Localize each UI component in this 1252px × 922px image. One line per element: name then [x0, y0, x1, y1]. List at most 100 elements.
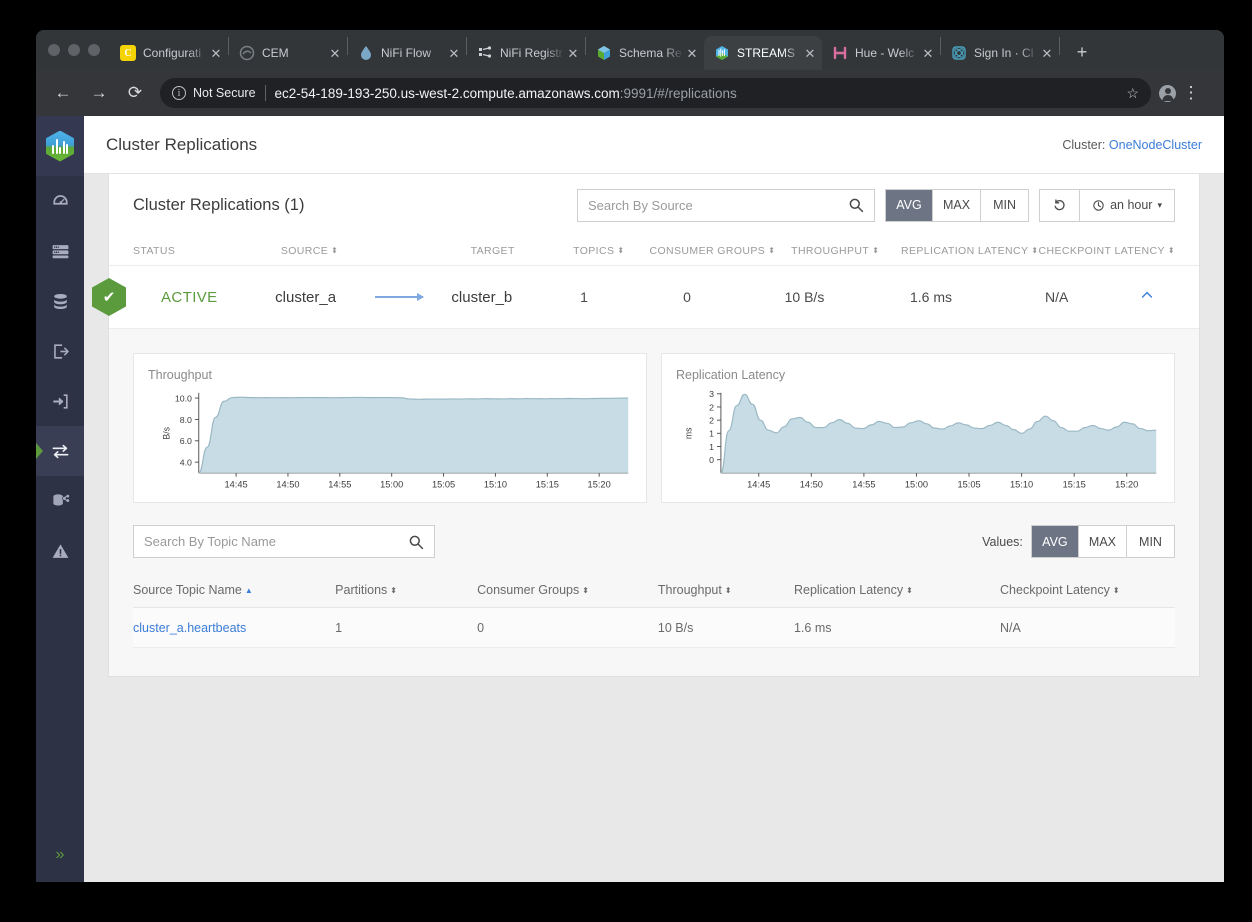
tab-title: STREAMS — [737, 46, 796, 60]
browser-tab-cem[interactable]: CEM ✕ — [229, 36, 347, 70]
sidebar-item-topic-lineage[interactable] — [36, 476, 84, 526]
column-header-checkpoint-latency[interactable]: CHECKPOINT LATENCY ⬍ — [1038, 245, 1175, 257]
cem-icon — [239, 45, 255, 61]
close-icon[interactable]: ✕ — [684, 45, 700, 61]
topic-name-link[interactable]: cluster_a.heartbeats — [133, 621, 335, 635]
sort-icon: ⬍ — [768, 245, 776, 255]
info-circle-icon[interactable]: i — [172, 86, 186, 100]
cluster-name-link[interactable]: OneNodeCluster — [1109, 138, 1202, 152]
sidebar-item-brokers[interactable] — [36, 226, 84, 276]
bookmark-star-icon[interactable]: ☆ — [1126, 85, 1139, 102]
close-icon[interactable]: ✕ — [920, 45, 936, 61]
browser-tab-signin[interactable]: Sign In · Cl ✕ — [941, 36, 1059, 70]
reload-icon[interactable]: ⟳ — [120, 78, 150, 108]
back-icon[interactable]: ← — [48, 78, 78, 108]
replication-latency-chart-title: Replication Latency — [676, 368, 786, 382]
topic-column-header-name[interactable]: Source Topic Name ▲ — [133, 583, 335, 597]
profile-avatar-icon[interactable] — [1159, 84, 1176, 102]
tab-title: Sign In · Cl — [974, 46, 1034, 60]
svg-text:15:05: 15:05 — [432, 479, 455, 489]
collapse-row-chevron-up-icon[interactable] — [1119, 287, 1175, 307]
topic-cell-throughput: 10 B/s — [657, 620, 694, 635]
topic-column-header-consumer-groups[interactable]: Consumer Groups ⬍ — [477, 583, 658, 597]
svg-text:15:10: 15:10 — [484, 479, 507, 489]
close-icon[interactable]: ✕ — [802, 45, 818, 61]
svg-text:4.0: 4.0 — [180, 458, 192, 468]
maximize-window-button[interactable] — [88, 44, 100, 56]
column-header-source[interactable]: SOURCE ⬍ — [244, 245, 375, 257]
search-icon[interactable] — [408, 534, 424, 550]
aggregation-max-button[interactable]: MAX — [932, 189, 982, 221]
throughput-chart-title: Throughput — [148, 368, 212, 382]
browser-menu-icon[interactable]: ⋮ — [1176, 78, 1206, 108]
close-window-button[interactable] — [48, 44, 60, 56]
aggregation-avg-button[interactable]: AVG — [885, 189, 933, 221]
replication-latency-chart: 3 2 2 1 1 0 ms 14:45 14:50 14:55 15:00 15:05 15:10 15… — [684, 389, 1157, 489]
browser-tab-configuration[interactable]: C Configurati ✕ — [110, 36, 228, 70]
search-by-source-box[interactable] — [576, 188, 875, 222]
sidebar-expand-button[interactable]: » — [36, 846, 84, 864]
sort-icon: ⬍ — [724, 585, 732, 595]
new-tab-button[interactable]: + — [1068, 38, 1096, 66]
column-header-consumer-groups[interactable]: CONSUMER GROUPS ⬍ — [650, 245, 775, 257]
topics-aggregation-toggle-group: AVG MAX MIN — [1030, 525, 1175, 558]
minimize-window-button[interactable] — [68, 44, 80, 56]
close-icon[interactable]: ✕ — [446, 45, 462, 61]
source-cluster-name: cluster_a — [275, 288, 337, 306]
sidebar-item-replications[interactable] — [36, 426, 84, 476]
browser-window: C Configurati ✕ CEM ✕ NiFi Flow ✕ NiFi R… — [36, 30, 1224, 882]
column-header-throughput[interactable]: THROUGHPUT ⬍ — [770, 245, 901, 257]
left-sidebar: » — [36, 116, 84, 882]
column-header-target: TARGET — [470, 244, 515, 257]
sidebar-item-dashboard[interactable] — [36, 176, 84, 226]
browser-tab-nifi-flow[interactable]: NiFi Flow ✕ — [348, 36, 466, 70]
sidebar-item-producers[interactable] — [36, 326, 84, 376]
streams-messaging-icon — [714, 45, 730, 61]
forward-icon[interactable]: → — [84, 78, 114, 108]
sidebar-item-alerts[interactable] — [36, 526, 84, 576]
aggregation-min-button[interactable]: MIN — [981, 189, 1029, 221]
target-cluster-name: cluster_b — [451, 288, 513, 306]
search-by-source-input[interactable] — [587, 197, 848, 213]
close-icon[interactable]: ✕ — [1039, 45, 1055, 61]
topic-column-header-checkpoint-latency[interactable]: Checkpoint Latency ⬍ — [1000, 583, 1175, 597]
browser-tab-nifi-registry[interactable]: NiFi Registr ✕ — [467, 36, 585, 70]
topic-column-header-partitions[interactable]: Partitions ⬍ — [335, 583, 477, 597]
sort-icon: ⬍ — [582, 585, 589, 595]
table-row[interactable]: ✔ ACTIVE cluster_a cluster_b 1 0 10 B/s … — [92, 266, 1199, 328]
topics-aggregation-min-button[interactable]: MIN — [1127, 526, 1174, 557]
table-row[interactable]: cluster_a.heartbeats 1 0 10 B/s 1.6 ms N… — [133, 608, 1175, 648]
close-icon[interactable]: ✕ — [208, 45, 224, 61]
topics-aggregation-max-button[interactable]: MAX — [1078, 526, 1127, 557]
cell-consumer-groups: 0 — [683, 289, 691, 305]
svg-text:3: 3 — [709, 389, 714, 399]
browser-tab-schema-registry[interactable]: Schema Re ✕ — [586, 36, 704, 70]
topic-column-header-throughput[interactable]: Throughput ⬍ — [658, 583, 794, 597]
topic-column-header-replication-latency[interactable]: Replication Latency ⬍ — [794, 583, 1000, 597]
tab-title: CEM — [262, 46, 289, 60]
streams-messaging-manager-logo[interactable] — [36, 116, 84, 176]
svg-text:0: 0 — [709, 455, 714, 465]
close-icon[interactable]: ✕ — [327, 45, 343, 61]
url-host: ec2-54-189-193-250.us-west-2.compute.ama… — [274, 85, 620, 101]
search-by-topic-box[interactable] — [133, 525, 435, 558]
address-bar[interactable]: i Not Secure ec2-54-189-193-250.us-west-… — [160, 78, 1151, 108]
sidebar-item-topics[interactable] — [36, 276, 84, 326]
sidebar-item-consumers[interactable] — [36, 376, 84, 426]
browser-tab-hue[interactable]: Hue - Welc ✕ — [822, 36, 940, 70]
close-icon[interactable]: ✕ — [565, 45, 581, 61]
search-by-topic-input[interactable] — [144, 534, 408, 549]
refresh-icon[interactable] — [1040, 189, 1081, 221]
svg-text:1: 1 — [709, 429, 714, 439]
column-header-topics[interactable]: TOPICS ⬍ — [548, 245, 649, 257]
time-range-button[interactable]: an hour ▾ — [1080, 190, 1174, 221]
topics-aggregation-avg-button[interactable]: AVG — [1031, 526, 1079, 557]
browser-tab-streams-messaging[interactable]: STREAMS ✕ — [704, 36, 822, 70]
url-path: :9991/#/replications — [619, 85, 737, 101]
search-icon[interactable] — [848, 197, 864, 213]
svg-text:15:05: 15:05 — [957, 479, 980, 489]
browser-tab-strip: C Configurati ✕ CEM ✕ NiFi Flow ✕ NiFi R… — [36, 30, 1224, 70]
config-icon: C — [120, 45, 136, 61]
topic-cell-checkpoint-latency: N/A — [1000, 620, 1021, 635]
column-header-replication-latency[interactable]: REPLICATION LATENCY ⬍ — [901, 245, 1039, 257]
